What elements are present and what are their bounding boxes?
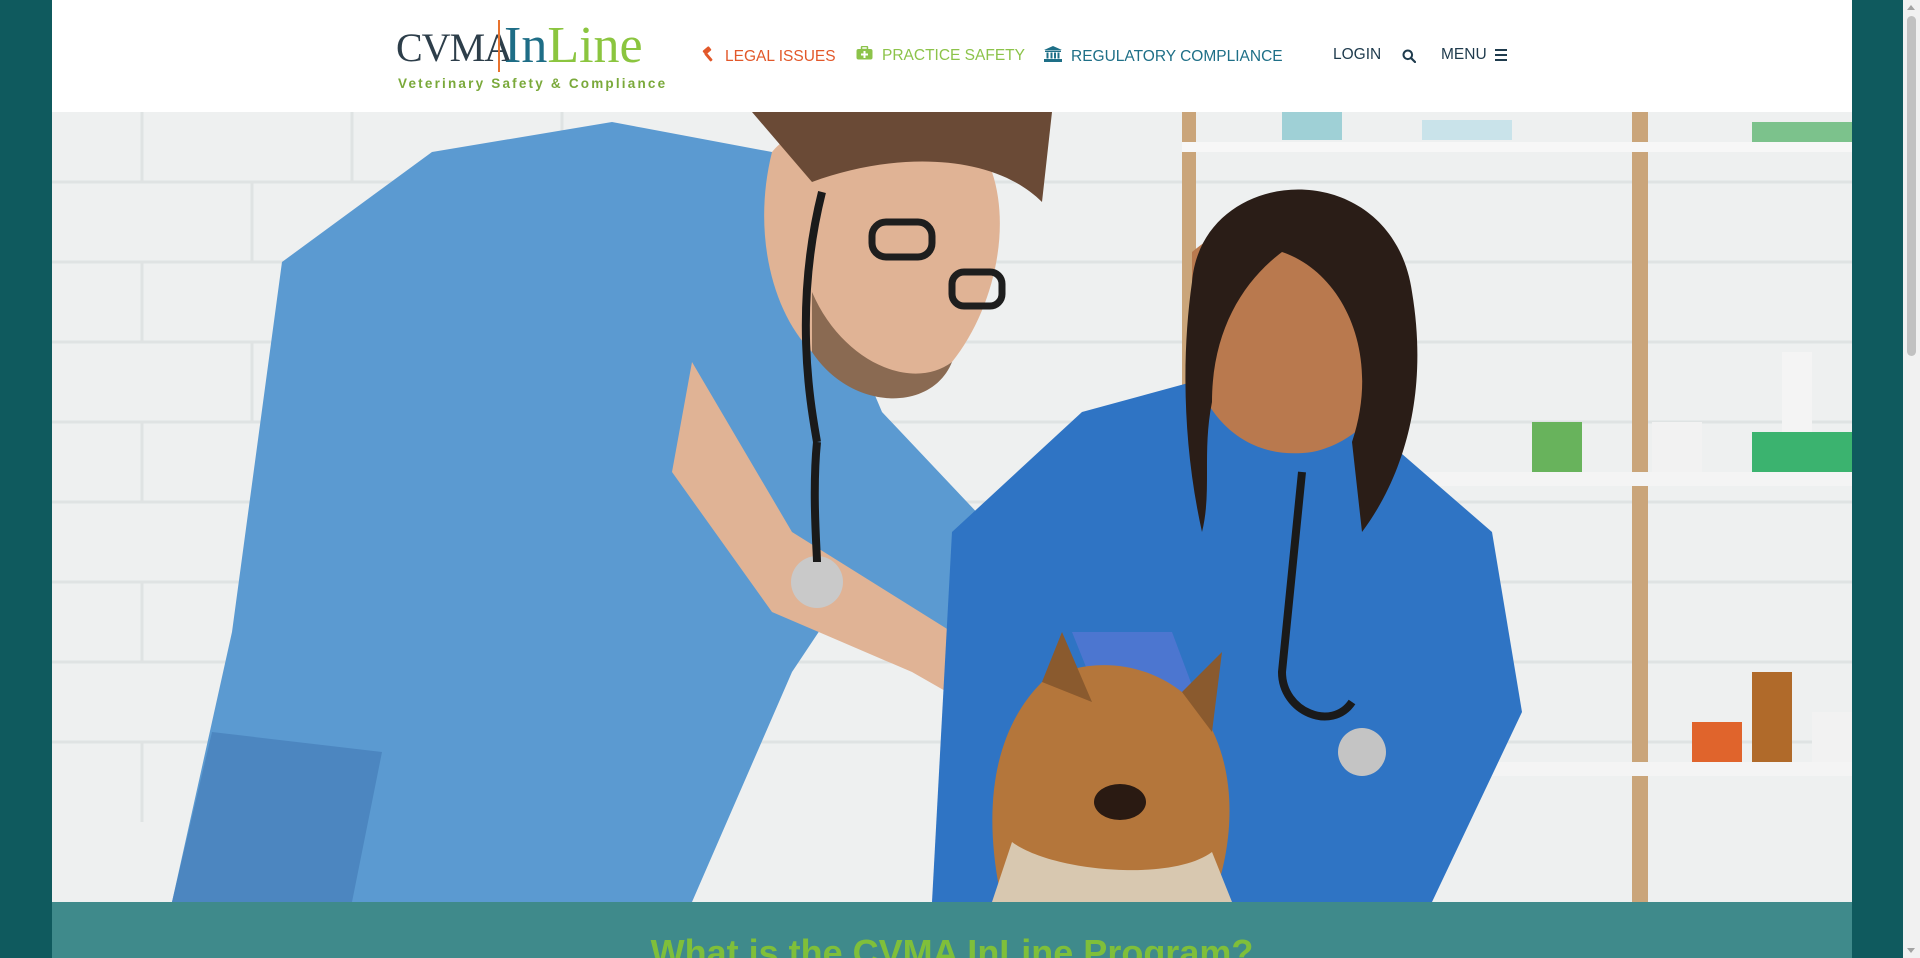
page: CVMA InLine Veterinary Safety & Complian… bbox=[52, 0, 1852, 958]
institution-icon bbox=[1044, 46, 1062, 67]
scroll-thumb[interactable] bbox=[1907, 16, 1916, 356]
nav-legal-issues[interactable]: LEGAL ISSUES bbox=[700, 46, 836, 67]
login-link[interactable]: LOGIN bbox=[1333, 46, 1381, 64]
logo-wordmark: InLine bbox=[504, 18, 643, 74]
nav-practice-safety[interactable]: PRACTICE SAFETY bbox=[856, 45, 1025, 65]
intro-banner: What is the CVMA InLine Program? bbox=[52, 902, 1852, 958]
menu-button[interactable]: MENU bbox=[1441, 46, 1507, 64]
logo-in: In bbox=[504, 17, 548, 74]
scroll-up-arrow-icon[interactable] bbox=[1907, 5, 1915, 10]
nav-regulatory-compliance[interactable]: REGULATORY COMPLIANCE bbox=[1044, 46, 1283, 67]
cvma-inline-logo[interactable]: CVMA InLine Veterinary Safety & Complian… bbox=[396, 18, 665, 92]
hamburger-icon bbox=[1494, 46, 1507, 64]
menu-label: MENU bbox=[1441, 46, 1487, 63]
site-header: CVMA InLine Veterinary Safety & Complian… bbox=[52, 0, 1852, 112]
logo-tagline: Veterinary Safety & Compliance bbox=[398, 76, 668, 91]
gavel-icon bbox=[700, 46, 716, 67]
hero-image bbox=[52, 112, 1852, 902]
banner-title: What is the CVMA InLine Program? bbox=[650, 932, 1254, 958]
first-aid-kit-icon bbox=[856, 45, 873, 65]
nav-legal-issues-label: LEGAL ISSUES bbox=[725, 47, 836, 65]
search-button[interactable] bbox=[1402, 49, 1417, 68]
logo-divider bbox=[498, 20, 500, 72]
logo-line: Line bbox=[547, 17, 643, 74]
scroll-down-arrow-icon[interactable] bbox=[1907, 948, 1915, 953]
search-icon bbox=[1402, 49, 1417, 68]
nav-practice-safety-label: PRACTICE SAFETY bbox=[882, 46, 1025, 64]
nav-regulatory-compliance-label: REGULATORY COMPLIANCE bbox=[1071, 47, 1283, 65]
hero-photo-illustration bbox=[52, 112, 1852, 902]
page-scrollbar[interactable] bbox=[1903, 0, 1920, 958]
logo-mark: CVMA bbox=[396, 25, 513, 70]
